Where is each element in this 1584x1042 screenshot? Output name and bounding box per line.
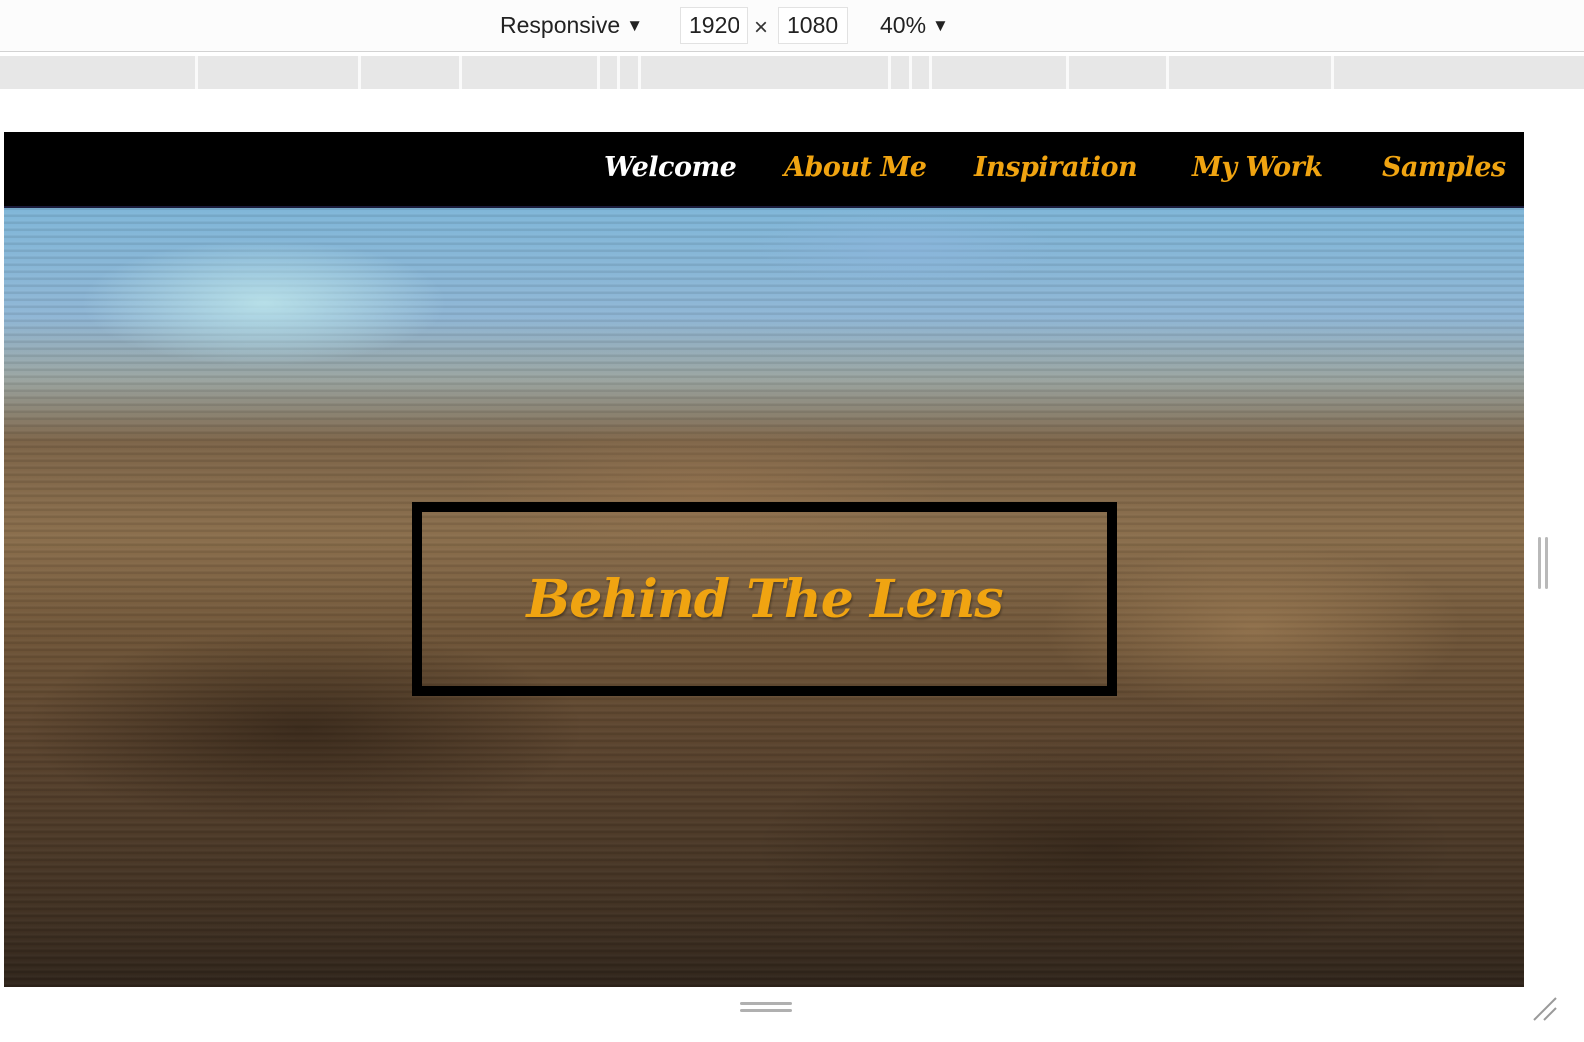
nav-item-my-work[interactable]: My Work: [1192, 152, 1323, 183]
zoom-selector[interactable]: 40% ▼: [880, 12, 949, 39]
viewport-width-input[interactable]: [680, 7, 748, 44]
media-query-segment[interactable]: [912, 56, 932, 89]
nav-item-about-me[interactable]: About Me: [784, 152, 927, 183]
media-query-segment[interactable]: [620, 56, 641, 89]
media-query-segment[interactable]: [0, 56, 198, 89]
media-query-segment[interactable]: [932, 56, 1069, 89]
chevron-down-icon: ▼: [626, 15, 644, 35]
media-query-segment[interactable]: [462, 56, 600, 89]
device-selector[interactable]: Responsive ▼: [500, 12, 643, 39]
media-query-segment[interactable]: [1169, 56, 1334, 89]
device-label: Responsive: [500, 12, 621, 38]
resize-handle-bottom[interactable]: [740, 1002, 792, 1014]
nav-item-welcome[interactable]: Welcome: [604, 152, 737, 183]
media-query-segment[interactable]: [600, 56, 620, 89]
media-query-segment[interactable]: [1334, 56, 1584, 89]
media-query-segment[interactable]: [891, 56, 912, 89]
resize-handle-right[interactable]: [1538, 537, 1550, 589]
nav-item-inspiration[interactable]: Inspiration: [974, 152, 1138, 183]
resize-corner-icon[interactable]: [1530, 994, 1560, 1024]
media-query-segment[interactable]: [361, 56, 462, 89]
media-query-segment[interactable]: [198, 56, 361, 89]
site-navbar: Welcome About Me Inspiration My Work Sam…: [4, 132, 1524, 208]
media-query-bar: [0, 56, 1584, 89]
hero-title-box: Behind The Lens: [412, 502, 1117, 696]
viewport-height-input[interactable]: [778, 7, 848, 44]
close-icon[interactable]: ×: [754, 14, 768, 42]
rendered-viewport: Welcome About Me Inspiration My Work Sam…: [4, 132, 1524, 987]
nav-item-samples[interactable]: Samples: [1382, 152, 1506, 183]
responsive-toolbar: Responsive ▼ × 40% ▼: [0, 0, 1584, 52]
media-query-segment[interactable]: [641, 56, 891, 89]
zoom-label: 40%: [880, 12, 927, 38]
chevron-down-icon: ▼: [932, 15, 949, 35]
media-query-segment[interactable]: [1069, 56, 1169, 89]
hero-title: Behind The Lens: [526, 568, 1003, 630]
